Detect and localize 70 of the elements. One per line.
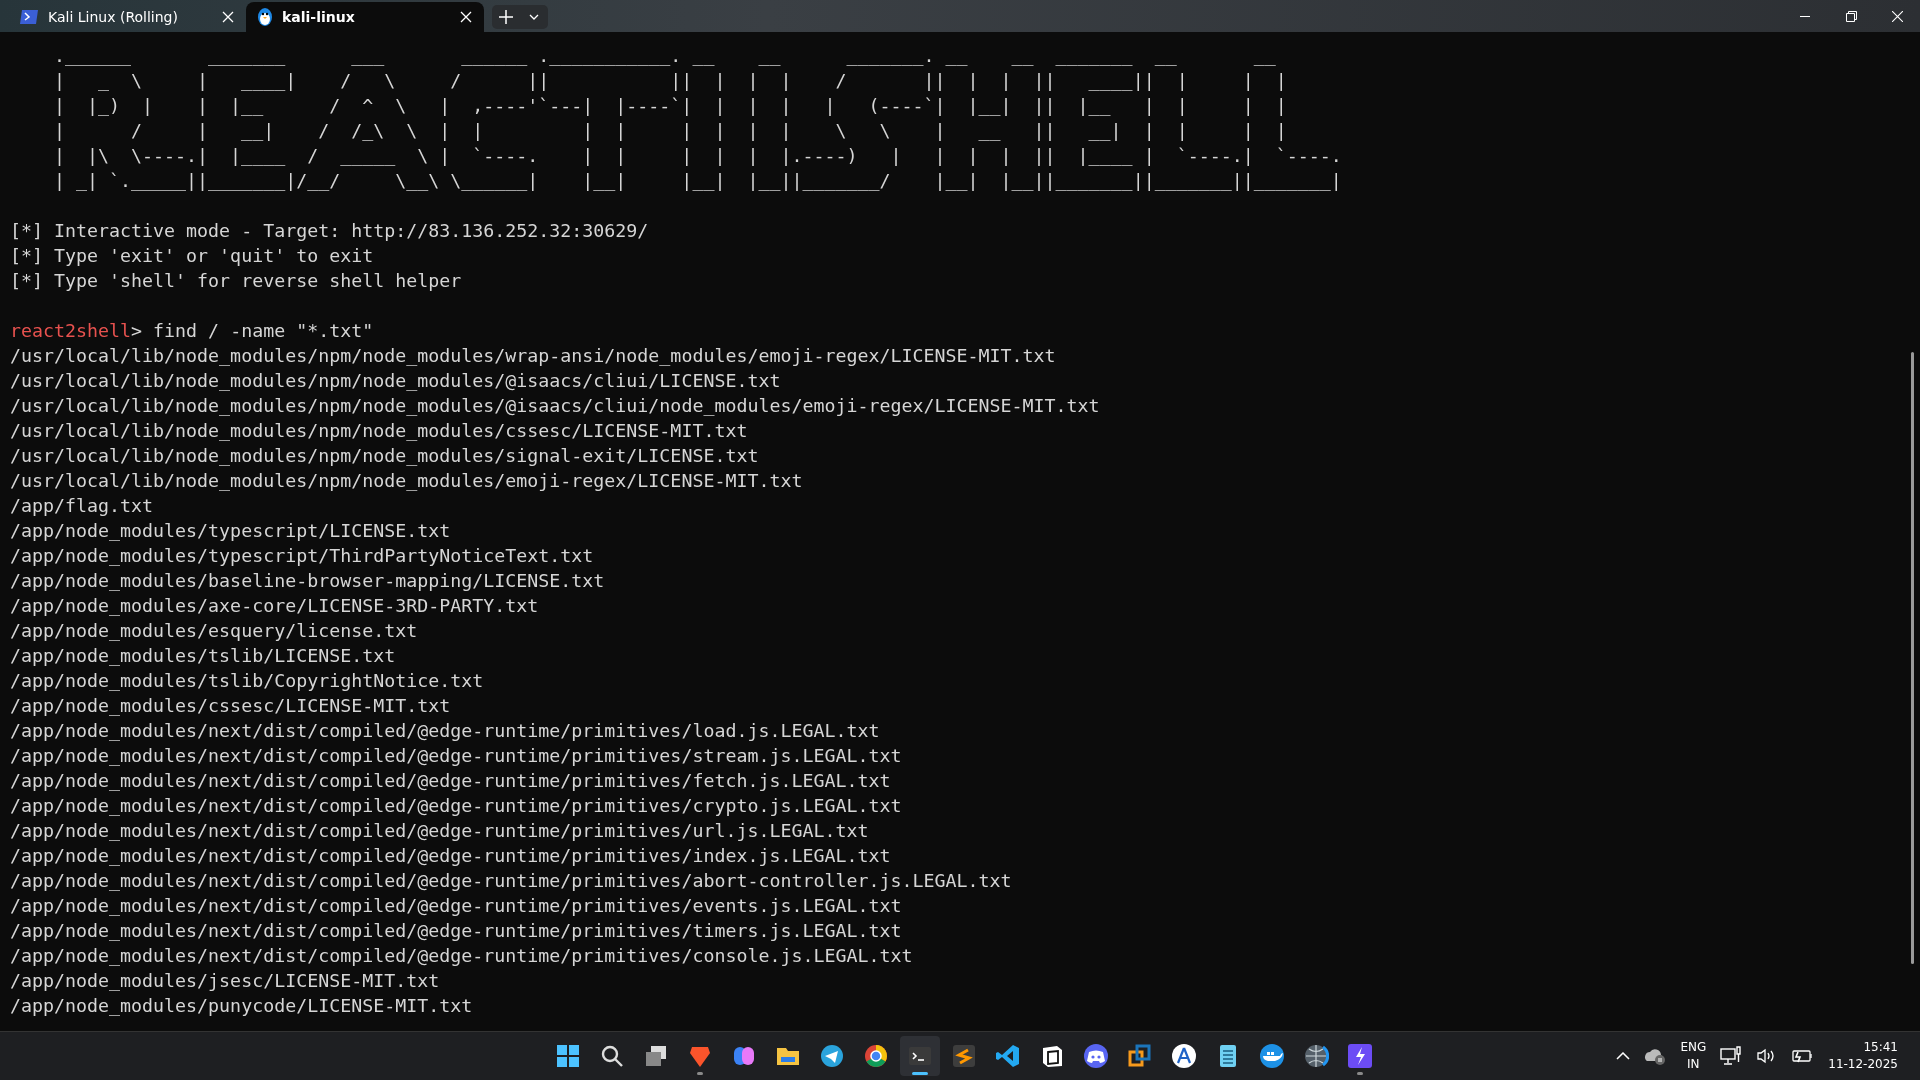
output-line: /app/node_modules/typescript/LICENSE.txt xyxy=(10,519,452,543)
output-line: /app/node_modules/jsesc/LICENSE-MIT.txt xyxy=(10,969,441,993)
app-tile-icon xyxy=(951,1043,977,1069)
ascii-art-line: | |_) | | |__ / ^ \ | ,----'`---| |----`| | | | | (----`| |__| || |__ | | | | xyxy=(53,94,1288,118)
plus-icon xyxy=(499,10,513,24)
close-icon[interactable] xyxy=(460,11,472,23)
chevron-down-icon xyxy=(529,14,539,20)
output-line: /app/node_modules/next/dist/compiled/@edge-runtime/primitives/index.js.LEGAL.txt xyxy=(10,844,892,868)
bolt-icon xyxy=(1347,1043,1373,1069)
output-line: /app/node_modules/next/dist/compiled/@edge-runtime/primitives/console.js.LEGAL.txt xyxy=(10,944,914,968)
search-icon xyxy=(599,1043,625,1069)
prompt-icon xyxy=(20,9,38,25)
task-view-icon xyxy=(643,1043,669,1069)
output-line: /app/node_modules/next/dist/compiled/@edge-runtime/primitives/stream.js.LEGAL.txt xyxy=(10,744,903,768)
minimize-icon xyxy=(1800,15,1810,17)
cloud-icon[interactable] xyxy=(1644,1047,1667,1065)
ascii-art-line: | |\ \----.| |____ / _____ \ | `----. | | | | | |.----) | | | | || |____ | `----.| `----. xyxy=(53,144,1343,168)
terminal-tab[interactable]: kali-linux xyxy=(246,2,484,32)
output-line: /app/node_modules/esquery/license.txt xyxy=(10,619,419,643)
start-icon xyxy=(555,1043,581,1069)
ascii-art-line: .______ _______ ___ ______ .___________. __ __ _______. __ __ _______ __ __ xyxy=(53,44,1277,68)
output-line: /app/node_modules/tslib/CopyrightNotice.txt xyxy=(10,669,485,693)
output-line: /app/flag.txt xyxy=(10,494,155,518)
scrollbar[interactable] xyxy=(1911,352,1914,964)
output-line: /app/node_modules/axe-core/LICENSE-3RD-PARTY.txt xyxy=(10,594,540,618)
ascii-art-line: | / | __| / /_\ \ | | | | | | | | \ \ | __ || __| | | | | xyxy=(53,119,1288,143)
terminal-tab[interactable]: Kali Linux (Rolling) xyxy=(8,2,246,32)
output-line: /app/node_modules/next/dist/compiled/@edge-runtime/primitives/timers.js.LEGAL.txt xyxy=(10,919,903,943)
restore-icon xyxy=(1845,10,1857,22)
output-line: /app/node_modules/next/dist/compiled/@edge-runtime/primitives/fetch.js.LEGAL.txt xyxy=(10,769,892,793)
output-line: /app/node_modules/next/dist/compiled/@edge-runtime/primitives/load.js.LEGAL.txt xyxy=(10,719,881,743)
output-line: /usr/local/lib/node_modules/npm/node_modules/cssesc/LICENSE-MIT.txt xyxy=(10,419,749,443)
output-line: /usr/local/lib/node_modules/npm/node_modules/wrap-ansi/node_modules/emoji-regex/LICENSE-MIT.txt xyxy=(10,344,1057,368)
command-text: > find / -name "*.txt" xyxy=(131,320,374,341)
chevron-up-icon[interactable] xyxy=(1616,1052,1631,1060)
output-line: /app/node_modules/next/dist/compiled/@edge-runtime/primitives/abort-controller.js.LEGAL.txt xyxy=(10,869,1013,893)
info-line: [*] Type 'shell' for reverse shell helper xyxy=(10,269,463,293)
output-line: /usr/local/lib/node_modules/npm/node_modules/emoji-regex/LICENSE-MIT.txt xyxy=(10,469,804,493)
globe-icon xyxy=(1303,1043,1329,1069)
close-icon xyxy=(1891,10,1903,22)
penguin-icon xyxy=(258,8,272,26)
output-line: /app/node_modules/punycode/LICENSE-MIT.txt xyxy=(10,994,474,1018)
output-line: /usr/local/lib/node_modules/npm/node_modules/signal-exit/LICENSE.txt xyxy=(10,444,760,468)
taskbar-app-button[interactable] xyxy=(900,1036,940,1076)
paper-plane-icon xyxy=(819,1043,845,1069)
output-line: /app/node_modules/next/dist/compiled/@edge-runtime/primitives/url.js.LEGAL.txt xyxy=(10,819,870,843)
network-icon[interactable] xyxy=(1720,1046,1743,1066)
close-icon[interactable] xyxy=(222,11,234,23)
output-line: /app/node_modules/next/dist/compiled/@edge-runtime/primitives/events.js.LEGAL.txt xyxy=(10,894,903,918)
output-line: /usr/local/lib/node_modules/npm/node_modules/@isaacs/cliui/node_modules/emoji-regex/LICENSE-MIT.txt xyxy=(10,394,1101,418)
game-controller-icon xyxy=(1083,1043,1109,1069)
output-line: /app/node_modules/baseline-browser-mapping/LICENSE.txt xyxy=(10,569,606,593)
info-line: [*] Interactive mode - Target: http://83.136.252.32:30629/ xyxy=(10,219,650,243)
compass-icon xyxy=(1171,1043,1197,1069)
output-line: /app/node_modules/tslib/LICENSE.txt xyxy=(10,644,397,668)
overlapping-squares-icon xyxy=(1127,1043,1153,1069)
battery-icon[interactable] xyxy=(1792,1049,1815,1063)
language-indicator[interactable]: ENG IN xyxy=(1680,1039,1707,1073)
ribbon-logo-icon xyxy=(995,1043,1021,1069)
clock[interactable]: 15:41 11-12-2025 xyxy=(1828,1039,1898,1073)
output-line: /app/node_modules/cssesc/LICENSE-MIT.txt xyxy=(10,694,452,718)
output-line: /app/node_modules/typescript/ThirdPartyNoticeText.txt xyxy=(10,544,595,568)
ascii-art-line: | _| `._____||_______|/__/ \__\ \______| |__| |__| |__||_______/ |__| |__||_______||_______||_______| xyxy=(53,169,1343,193)
whale-icon xyxy=(1259,1043,1285,1069)
output-line: /usr/local/lib/node_modules/npm/node_modules/@isaacs/cliui/LICENSE.txt xyxy=(10,369,782,393)
output-line: /app/node_modules/next/dist/compiled/@edge-runtime/primitives/crypto.js.LEGAL.txt xyxy=(10,794,903,818)
ring-logo-icon xyxy=(863,1043,889,1069)
ascii-art-line: | _ \ | ____| / \ / || || | | | / || | | || ____|| | | | xyxy=(53,69,1288,93)
prompt-name: react2shell xyxy=(10,320,132,341)
info-line: [*] Type 'exit' or 'quit' to exit xyxy=(10,244,375,268)
